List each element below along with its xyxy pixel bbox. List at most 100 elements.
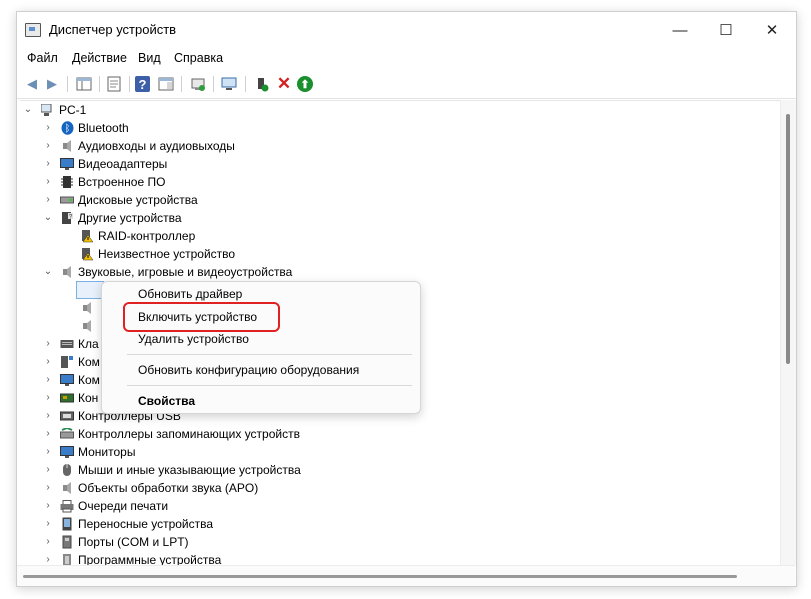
- forward-arrow-icon[interactable]: ▶: [43, 75, 61, 93]
- speaker-icon: [60, 139, 74, 153]
- tree-node-label: Мыши и иные указывающие устройства: [78, 463, 301, 477]
- menu-properties[interactable]: Свойства: [138, 394, 195, 408]
- view-panel-icon[interactable]: [157, 75, 175, 93]
- unknown-device-icon: ?: [60, 211, 74, 225]
- chevron-down-icon[interactable]: ⌄: [43, 209, 53, 227]
- properties-sheet-icon[interactable]: [105, 75, 123, 93]
- horizontal-scrollbar[interactable]: [17, 565, 795, 586]
- speaker-icon: [60, 481, 74, 495]
- highlight-frame: [123, 302, 280, 332]
- title-bar: Диспетчер устройств — ☐ ✕: [17, 12, 796, 48]
- storage-controller-icon: [60, 427, 74, 441]
- chevron-right-icon[interactable]: ›: [43, 533, 53, 551]
- menu-help[interactable]: Справка: [174, 51, 223, 65]
- controller-icon: [60, 391, 74, 405]
- tree-node-label: Мониторы: [78, 445, 136, 459]
- chevron-down-icon[interactable]: ⌄: [23, 101, 33, 119]
- update-driver-icon[interactable]: [189, 75, 207, 93]
- warning-device-icon: [80, 229, 94, 243]
- chevron-right-icon[interactable]: ›: [43, 137, 53, 155]
- menu-update-driver[interactable]: Обновить драйвер: [138, 287, 242, 301]
- tree-root-label: PC-1: [59, 103, 87, 117]
- chevron-down-icon[interactable]: ⌄: [43, 263, 53, 281]
- chevron-right-icon[interactable]: ›: [43, 191, 53, 209]
- tree-node-label: Видеоадаптеры: [78, 157, 168, 171]
- monitor-icon: [60, 445, 74, 459]
- menu-divider: [127, 354, 412, 355]
- back-arrow-icon[interactable]: ◀: [23, 75, 41, 93]
- context-menu: Обновить драйвер Включить устройство Уда…: [101, 281, 421, 414]
- window-title: Диспетчер устройств: [49, 22, 177, 37]
- tree-node-label: Кла: [78, 337, 99, 351]
- usb-icon: [60, 409, 74, 423]
- menu-scan-hardware[interactable]: Обновить конфигурацию оборудования: [138, 363, 359, 377]
- speaker-icon: [80, 319, 94, 333]
- chevron-right-icon[interactable]: ›: [43, 443, 53, 461]
- menu-view[interactable]: Вид: [138, 51, 161, 65]
- chevron-right-icon[interactable]: ›: [43, 389, 53, 407]
- chevron-right-icon[interactable]: ›: [43, 497, 53, 515]
- enable-device-icon[interactable]: [253, 75, 271, 93]
- menu-action[interactable]: Действие: [72, 51, 127, 65]
- toolbar-divider: [99, 76, 100, 92]
- chevron-right-icon[interactable]: ›: [43, 353, 53, 371]
- chevron-right-icon[interactable]: ›: [43, 551, 53, 566]
- tree-node-label: RAID-контроллер: [98, 229, 196, 243]
- computer-icon: [40, 103, 54, 117]
- portable-device-icon: [60, 517, 74, 531]
- toolbar: ◀ ▶ ? ✕ ⬆: [17, 70, 796, 99]
- toolbar-divider: [129, 76, 130, 92]
- show-hide-console-tree-icon[interactable]: [75, 75, 93, 93]
- tree-node-label: Аудиовходы и аудиовыходы: [78, 139, 235, 153]
- tree-node-label: Другие устройства: [78, 211, 182, 225]
- tree-node-label: Звуковые, игровые и видеоустройства: [78, 265, 293, 279]
- chevron-right-icon[interactable]: ›: [43, 515, 53, 533]
- chevron-right-icon[interactable]: ›: [43, 119, 53, 137]
- menu-file[interactable]: Файл: [27, 51, 58, 65]
- bluetooth-icon: ᛒ: [60, 121, 74, 135]
- tree-node-label: Порты (COM и LPT): [78, 535, 189, 549]
- chevron-right-icon[interactable]: ›: [43, 425, 53, 443]
- port-icon: [60, 535, 74, 549]
- tree-node-label: Неизвестное устройство: [98, 247, 236, 261]
- maximize-button[interactable]: ☐: [703, 12, 749, 48]
- printer-icon: [60, 499, 74, 513]
- mouse-icon: [60, 463, 74, 477]
- tree-node-label: Bluetooth: [78, 121, 129, 135]
- chevron-right-icon[interactable]: ›: [43, 479, 53, 497]
- scan-hardware-icon[interactable]: [221, 75, 239, 93]
- tree-node-label: Кон: [78, 391, 99, 405]
- chevron-right-icon[interactable]: ›: [43, 407, 53, 425]
- tree-node-label: Встроенное ПО: [78, 175, 166, 189]
- keyboard-icon: [60, 337, 74, 351]
- chip-icon: [60, 175, 74, 189]
- menu-uninstall-device[interactable]: Удалить устройство: [138, 332, 249, 346]
- tree-node-label: Ком: [78, 355, 100, 369]
- toolbar-divider: [67, 76, 68, 92]
- enable-up-arrow-icon[interactable]: ⬆: [297, 76, 313, 92]
- vertical-scroll-thumb[interactable]: [786, 114, 790, 364]
- svg-text:ᛒ: ᛒ: [64, 124, 70, 135]
- chevron-right-icon[interactable]: ›: [43, 461, 53, 479]
- speaker-icon: [80, 301, 94, 315]
- computer-icon: [60, 355, 74, 369]
- chevron-right-icon[interactable]: ›: [43, 173, 53, 191]
- selected-device[interactable]: [76, 281, 104, 299]
- speaker-icon: [60, 265, 74, 279]
- remove-device-icon[interactable]: ✕: [275, 74, 293, 93]
- horizontal-scroll-thumb[interactable]: [23, 575, 737, 578]
- help-icon[interactable]: ?: [135, 76, 150, 92]
- tree-node-label: Дисковые устройства: [78, 193, 198, 207]
- chevron-right-icon[interactable]: ›: [43, 155, 53, 173]
- chevron-right-icon[interactable]: ›: [43, 335, 53, 353]
- minimize-button[interactable]: —: [657, 12, 703, 48]
- vertical-scrollbar[interactable]: [780, 100, 796, 565]
- tree-node-label: Объекты обработки звука (APO): [78, 481, 259, 495]
- tree-node-label: Ком: [78, 373, 100, 387]
- tree-node-label: Контроллеры запоминающих устройств: [78, 427, 300, 441]
- warning-device-icon: [80, 247, 94, 261]
- chevron-right-icon[interactable]: ›: [43, 371, 53, 389]
- monitor-icon: [60, 157, 74, 171]
- close-button[interactable]: ✕: [749, 12, 795, 48]
- tree-node-label: Переносные устройства: [78, 517, 214, 531]
